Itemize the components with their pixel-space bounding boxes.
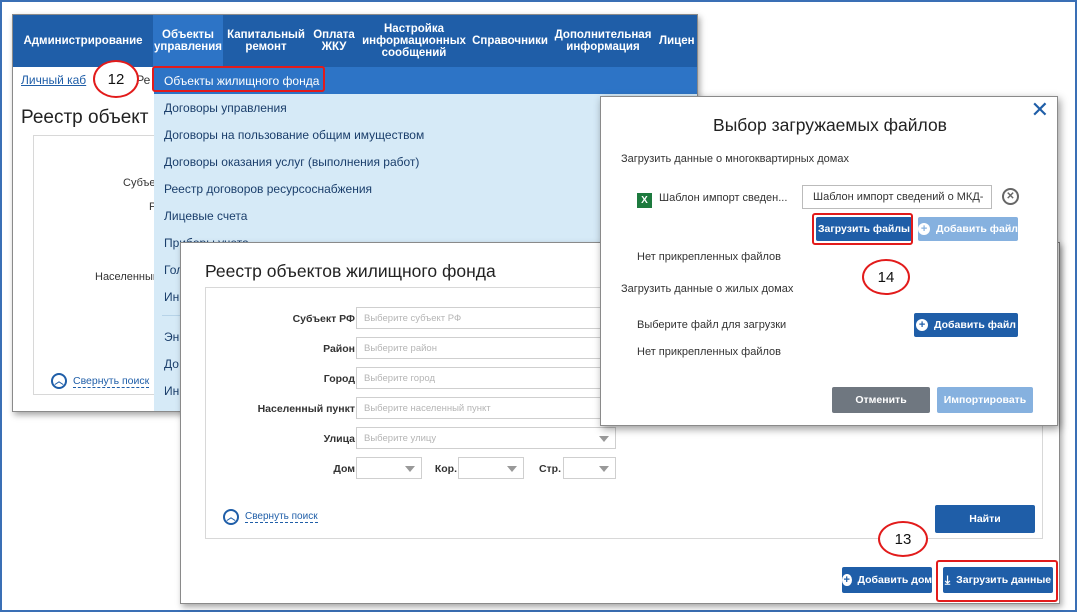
highlight-upload-files: [812, 213, 913, 245]
city-select[interactable]: Выберите город: [356, 367, 616, 389]
file-name-input[interactable]: Шаблон импорт сведений о МКД-: [802, 185, 992, 209]
building-field-label: Кор.: [434, 463, 457, 475]
house-select[interactable]: [356, 457, 422, 479]
house-field-label: Дом: [333, 463, 355, 475]
section-apartment-buildings: Загрузить данные о многоквартирных домах: [621, 153, 849, 165]
district-select[interactable]: Выберите район: [356, 337, 616, 359]
structure-select[interactable]: [563, 457, 616, 479]
registry-collapse-label: Свернуть поиск: [245, 511, 318, 523]
collapse-search-label: Свернуть поиск: [73, 374, 150, 388]
chevron-up-icon: ︿: [51, 373, 67, 389]
cancel-button[interactable]: Отменить: [832, 387, 930, 413]
settlement-select[interactable]: Выберите населенный пункт: [356, 397, 616, 419]
add-file-label-2: Добавить файл: [934, 319, 1016, 331]
highlight-housing-objects: [152, 66, 325, 92]
no-files-text-1: Нет прикрепленных файлов: [637, 251, 781, 263]
find-button[interactable]: Найти: [935, 505, 1035, 533]
add-file-button-disabled[interactable]: + Добавить файл: [918, 217, 1018, 241]
street-field-label: Улица: [323, 433, 355, 445]
street-select[interactable]: Выберите улицу: [356, 427, 616, 449]
add-house-label: Добавить дом: [857, 574, 932, 586]
highlight-upload-data: [936, 560, 1058, 602]
building-select[interactable]: [458, 457, 524, 479]
breadcrumb-link[interactable]: Личный каб: [21, 73, 86, 87]
settlement-field-label: Населенный пункт: [257, 403, 355, 415]
modal-title: Выбор загружаемых файлов: [713, 115, 947, 135]
plus-icon: +: [916, 319, 929, 331]
structure-field-label: Стр.: [538, 463, 561, 475]
callout-13: 13: [878, 521, 928, 557]
add-house-button[interactable]: + Добавить дом: [842, 567, 932, 593]
nav-additional-info[interactable]: Дополнительная информация: [551, 15, 655, 67]
chevron-down-icon: [405, 466, 415, 472]
chevron-down-icon: [599, 436, 609, 442]
nav-administration[interactable]: Администрирование: [13, 15, 153, 67]
choose-file-text: Выберите файл для загрузки: [637, 319, 787, 331]
nav-licensing[interactable]: Лицен: [655, 15, 697, 67]
subject-field-label: Субъект РФ: [292, 313, 355, 325]
chevron-up-icon: ︿: [223, 509, 239, 525]
plus-icon: +: [918, 223, 931, 235]
street-placeholder: Выберите улицу: [364, 432, 437, 444]
city-field-label: Город: [323, 373, 355, 385]
remove-file-icon[interactable]: ✕: [1002, 188, 1019, 205]
registry-title: Реестр объектов жилищного фонда: [205, 261, 496, 281]
collapse-search[interactable]: ︿ Свернуть поиск: [51, 373, 150, 389]
callout-12: 12: [93, 60, 139, 98]
nav-payment[interactable]: Оплата ЖКУ: [309, 15, 359, 67]
import-button[interactable]: Импортировать: [937, 387, 1033, 413]
excel-file-icon: X: [637, 193, 652, 208]
subject-label: Субъе: [123, 177, 156, 189]
nav-capital-repair[interactable]: Капитальный ремонт: [223, 15, 309, 67]
add-file-label-1: Добавить файл: [936, 223, 1018, 235]
callout-14: 14: [862, 259, 910, 295]
nav-management-objects[interactable]: Объекты управления: [153, 15, 223, 67]
chevron-down-icon: [599, 466, 609, 472]
page-title: Реестр объект: [21, 107, 149, 128]
registry-collapse-search[interactable]: ︿ Свернуть поиск: [223, 509, 318, 525]
nav-directories[interactable]: Справочники: [469, 15, 551, 67]
subject-select[interactable]: Выберите субъект РФ: [356, 307, 616, 329]
nav-info-messages[interactable]: Настройка информационных сообщений: [359, 15, 469, 67]
chevron-down-icon: [507, 466, 517, 472]
district-field-label: Район: [323, 343, 355, 355]
add-file-button[interactable]: + Добавить файл: [914, 313, 1018, 337]
settlement-label: Населенный: [95, 271, 160, 283]
no-files-text-2: Нет прикрепленных файлов: [637, 346, 781, 358]
attached-file-name[interactable]: Шаблон импорт сведен...: [659, 192, 787, 204]
section-residential-houses: Загрузить данные о жилых домах: [621, 283, 794, 295]
file-select-modal: ✕ Выбор загружаемых файлов Загрузить дан…: [600, 96, 1058, 426]
plus-icon: +: [842, 574, 852, 586]
